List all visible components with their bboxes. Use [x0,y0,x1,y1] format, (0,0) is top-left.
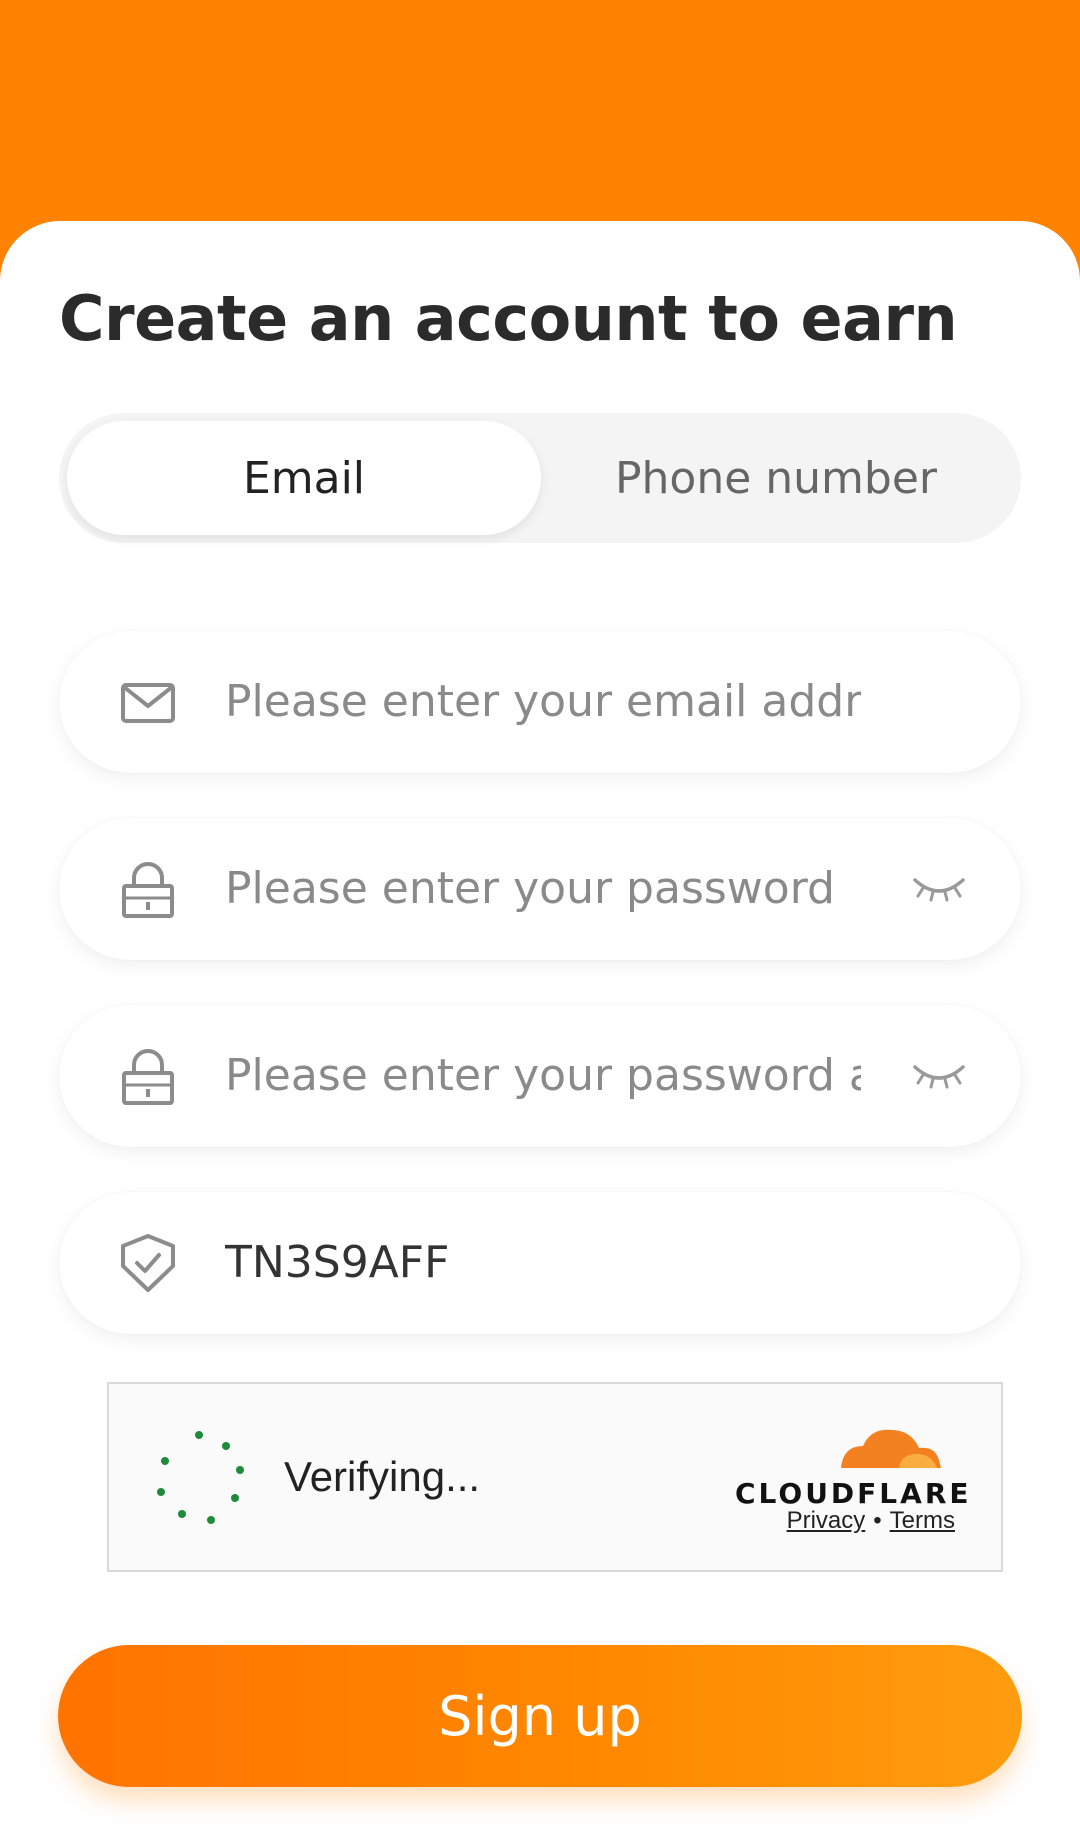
password-placeholder: Please enter your password [225,863,835,914]
page-title: Create an account to earn [59,282,958,355]
cloudflare-captcha[interactable]: Verifying... CLOUDFLARE Privacy • Terms [107,1382,1003,1572]
confirm-password-placeholder: Please enter your password again [225,1050,861,1101]
loading-spinner-icon [157,1431,244,1524]
tab-email[interactable]: Email [67,421,541,535]
eye-closed-icon[interactable] [909,866,969,910]
captcha-links: Privacy • Terms [787,1507,955,1535]
signup-method-tabs: Email Phone number [59,413,1021,543]
link-separator: • [873,1507,882,1534]
invite-code-value: TN3S9AFF [225,1237,450,1288]
terms-link[interactable]: Terms [890,1507,955,1534]
captcha-status: Verifying... [284,1453,481,1500]
eye-closed-icon[interactable] [909,1053,969,1097]
confirm-password-field[interactable]: Please enter your password again [59,1005,1021,1147]
cloudflare-wordmark: CLOUDFLARE [735,1477,972,1510]
shield-check-icon [121,1234,175,1292]
tab-phone-number[interactable]: Phone number [539,421,1013,535]
email-field[interactable]: Please enter your email address [59,631,1021,773]
invite-code-field[interactable]: TN3S9AFF [59,1192,1021,1334]
privacy-link[interactable]: Privacy [787,1507,866,1534]
sign-up-button[interactable]: Sign up [58,1645,1022,1787]
password-field[interactable]: Please enter your password [59,818,1021,960]
envelope-icon [121,683,175,723]
lock-icon [122,862,174,918]
lock-icon [122,1049,174,1105]
email-placeholder: Please enter your email address [225,676,861,727]
